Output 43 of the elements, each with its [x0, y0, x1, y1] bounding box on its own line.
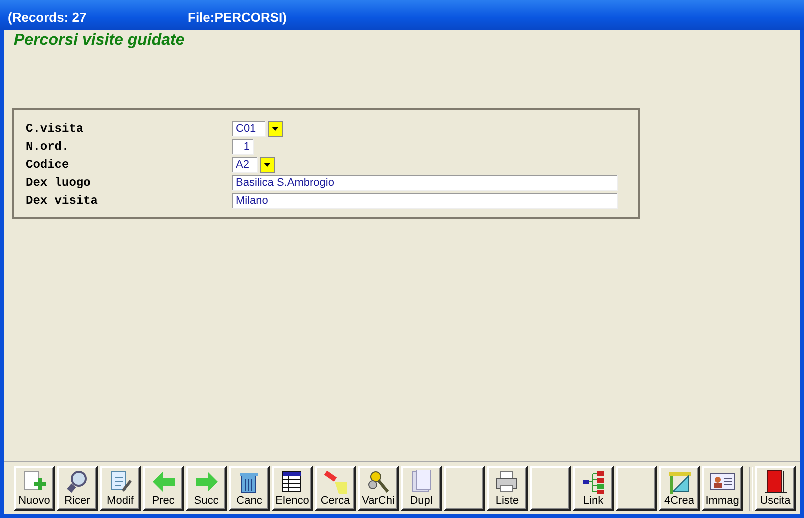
toolbar-button[interactable]: Dupl — [401, 466, 442, 511]
keys-icon — [366, 470, 392, 494]
toolbar-button[interactable]: Link — [573, 466, 614, 511]
next-icon — [194, 470, 220, 494]
input-field[interactable]: A2 — [232, 157, 258, 173]
toolbar-button[interactable]: Immag — [702, 466, 743, 511]
input-field[interactable]: C01 — [232, 121, 266, 137]
toolbar-button[interactable]: Elenco — [272, 466, 313, 511]
toolbar-button[interactable]: VarChi — [358, 466, 399, 511]
tools-icon — [666, 470, 692, 494]
exit-button[interactable]: Uscita — [755, 466, 796, 511]
empty-button[interactable] — [616, 466, 657, 511]
toolbar-button[interactable]: Nuovo — [14, 466, 55, 511]
toolbar-button[interactable]: Succ — [186, 466, 227, 511]
toolbar-button[interactable]: Cerca — [315, 466, 356, 511]
prev-icon — [150, 470, 176, 494]
toolbar-button[interactable]: Liste — [487, 466, 528, 511]
field-label: Dex luogo — [26, 176, 92, 190]
field-label: N.ord. — [26, 140, 70, 154]
file-name: File:PERCORSI) — [188, 10, 288, 24]
input-field[interactable]: Milano — [232, 193, 618, 209]
dropdown-button[interactable] — [268, 121, 283, 137]
toolbar-button[interactable]: Ricer — [57, 466, 98, 511]
caret-icon — [264, 163, 271, 167]
field-label: C.visita — [26, 122, 85, 136]
exit-icon — [762, 470, 788, 494]
record-count: (Records: 27 — [8, 10, 88, 24]
dropdown-button[interactable] — [260, 157, 275, 173]
input-field[interactable]: 1 — [232, 139, 254, 155]
field-label: Codice — [26, 158, 70, 172]
toolbar-button[interactable]: Prec — [143, 466, 184, 511]
link-icon — [580, 470, 606, 494]
input-field[interactable]: Basilica S.Ambrogio — [232, 175, 618, 191]
find-icon — [322, 470, 348, 494]
toolbar-button[interactable]: Modif — [100, 466, 141, 511]
empty-button[interactable] — [530, 466, 571, 511]
toolbar-button[interactable]: 4Crea — [659, 466, 700, 511]
field-label: Dex visita — [26, 194, 100, 208]
caret-icon — [272, 127, 279, 131]
toolbar-button[interactable]: Canc — [229, 466, 270, 511]
empty-button[interactable] — [444, 466, 485, 511]
form-title: Percorsi visite guidate — [14, 32, 185, 49]
print-icon — [494, 470, 520, 494]
